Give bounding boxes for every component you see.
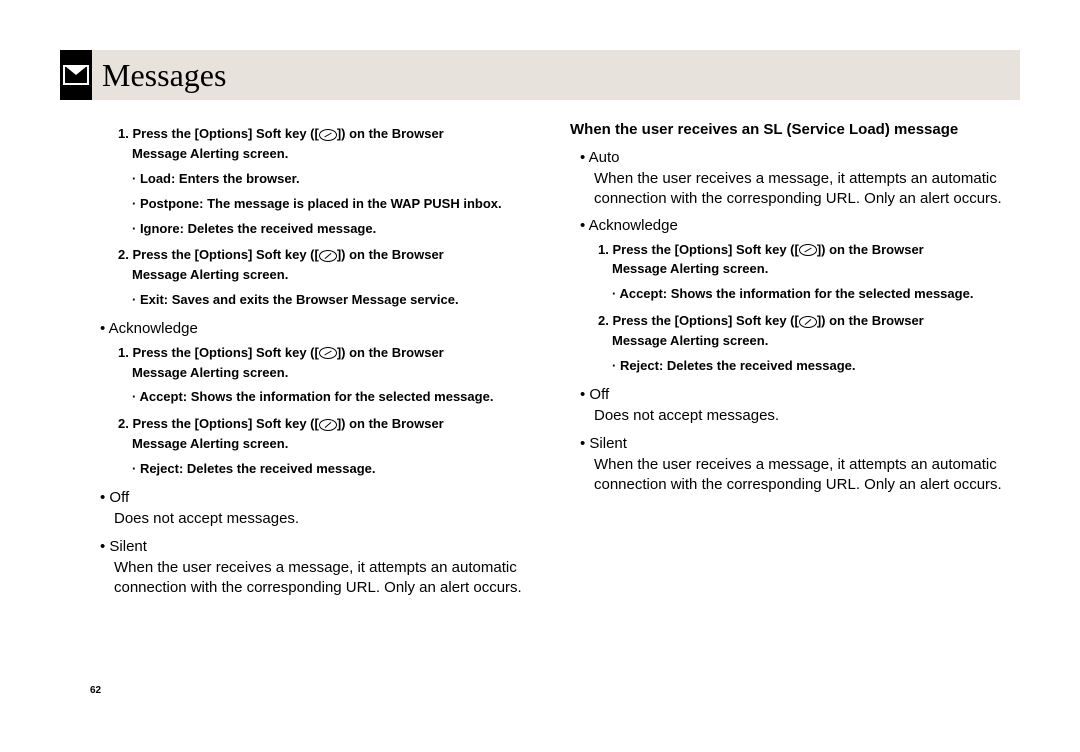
softkey-icon xyxy=(319,347,337,359)
step-text: ]) on the Browser xyxy=(337,247,444,262)
step-number: 1. xyxy=(118,345,129,360)
bullet-silent: • Silent xyxy=(114,537,540,557)
step-text: ]) on the Browser xyxy=(337,345,444,360)
page-title: Messages xyxy=(102,50,226,100)
r-ack-step2: 2. Press the [Options] Soft key ([]) on … xyxy=(612,313,1020,330)
step-text: Press the [Options] Soft key ([ xyxy=(132,416,318,431)
step-number: 2. xyxy=(118,416,129,431)
silent-text-r: When the user receives a message, it att… xyxy=(594,455,1020,494)
off-text-r: Does not accept messages. xyxy=(594,406,1020,426)
softkey-icon xyxy=(319,129,337,141)
header-bar xyxy=(92,50,1020,100)
sub-item: · Postpone: The message is placed in the… xyxy=(132,196,540,213)
off-text: Does not accept messages. xyxy=(114,509,540,529)
header-icon-box xyxy=(60,50,92,100)
sub-item: · Load: Enters the browser. xyxy=(132,171,540,188)
step-cont: Message Alerting screen. xyxy=(132,267,540,284)
ack-step2: 2. Press the [Options] Soft key ([]) on … xyxy=(132,416,540,433)
softkey-icon xyxy=(799,244,817,256)
page: Messages 1. Press the [Options] Soft key… xyxy=(0,0,1080,752)
step-cont: Message Alerting screen. xyxy=(132,146,540,163)
step-text: Press the [Options] Soft key ([ xyxy=(612,242,798,257)
content-columns: 1. Press the [Options] Soft key ([ ]) on … xyxy=(90,120,1020,597)
step-number: 2. xyxy=(118,247,129,262)
bullet-acknowledge-r: • Acknowledge xyxy=(594,216,1020,236)
ack-step1: 1. Press the [Options] Soft key ([]) on … xyxy=(132,345,540,362)
sub-item: · Reject: Deletes the received message. xyxy=(132,461,540,478)
r-ack-step1: 1. Press the [Options] Soft key ([]) on … xyxy=(612,242,1020,259)
auto-text: When the user receives a message, it att… xyxy=(594,169,1020,208)
bullet-acknowledge: • Acknowledge xyxy=(114,319,540,339)
bullet-off: • Off xyxy=(114,488,540,508)
step-text: Press the [Options] Soft key ([ xyxy=(132,247,318,262)
step-cont: Message Alerting screen. xyxy=(132,436,540,453)
right-column: When the user receives an SL (Service Lo… xyxy=(570,120,1020,597)
left-step1: 1. Press the [Options] Soft key ([]) on … xyxy=(132,126,540,143)
step-text: ]) on the Browser xyxy=(337,416,444,431)
envelope-icon xyxy=(63,65,89,85)
sub-item: · Ignore: Deletes the received message. xyxy=(132,221,540,238)
bullet-silent-r: • Silent xyxy=(594,434,1020,454)
page-number: 62 xyxy=(90,685,101,696)
silent-text: When the user receives a message, it att… xyxy=(114,558,540,597)
step-cont: Message Alerting screen. xyxy=(612,261,1020,278)
softkey-icon xyxy=(319,250,337,262)
right-heading: When the user receives an SL (Service Lo… xyxy=(570,120,1020,140)
bullet-auto: • Auto xyxy=(594,148,1020,168)
left-step2: 2. Press the [Options] Soft key ([]) on … xyxy=(132,247,540,264)
step-text: ]) on the Browser xyxy=(817,313,924,328)
sub-item: · Reject: Deletes the received message. xyxy=(612,358,1020,375)
softkey-icon xyxy=(799,316,817,328)
step-text: Press the [Options] Soft key ([ xyxy=(132,345,318,360)
step-text: ]) on the Browser xyxy=(337,126,444,141)
softkey-icon xyxy=(319,419,337,431)
sub-item: · Exit: Saves and exits the Browser Mess… xyxy=(132,292,540,309)
step-number: 2. xyxy=(598,313,609,328)
left-column: 1. Press the [Options] Soft key ([ ]) on … xyxy=(90,120,540,597)
bullet-off-r: • Off xyxy=(594,385,1020,405)
step-number: 1. xyxy=(118,126,129,141)
step-cont: Message Alerting screen. xyxy=(132,365,540,382)
step-text: ]) on the Browser xyxy=(817,242,924,257)
sub-item: · Accept: Shows the information for the … xyxy=(132,389,540,406)
step-text: Press the [Options] Soft key ([ xyxy=(132,126,318,141)
step-cont: Message Alerting screen. xyxy=(612,333,1020,350)
step-text: Press the [Options] Soft key ([ xyxy=(612,313,798,328)
step-number: 1. xyxy=(598,242,609,257)
sub-item: · Accept: Shows the information for the … xyxy=(612,286,1020,303)
